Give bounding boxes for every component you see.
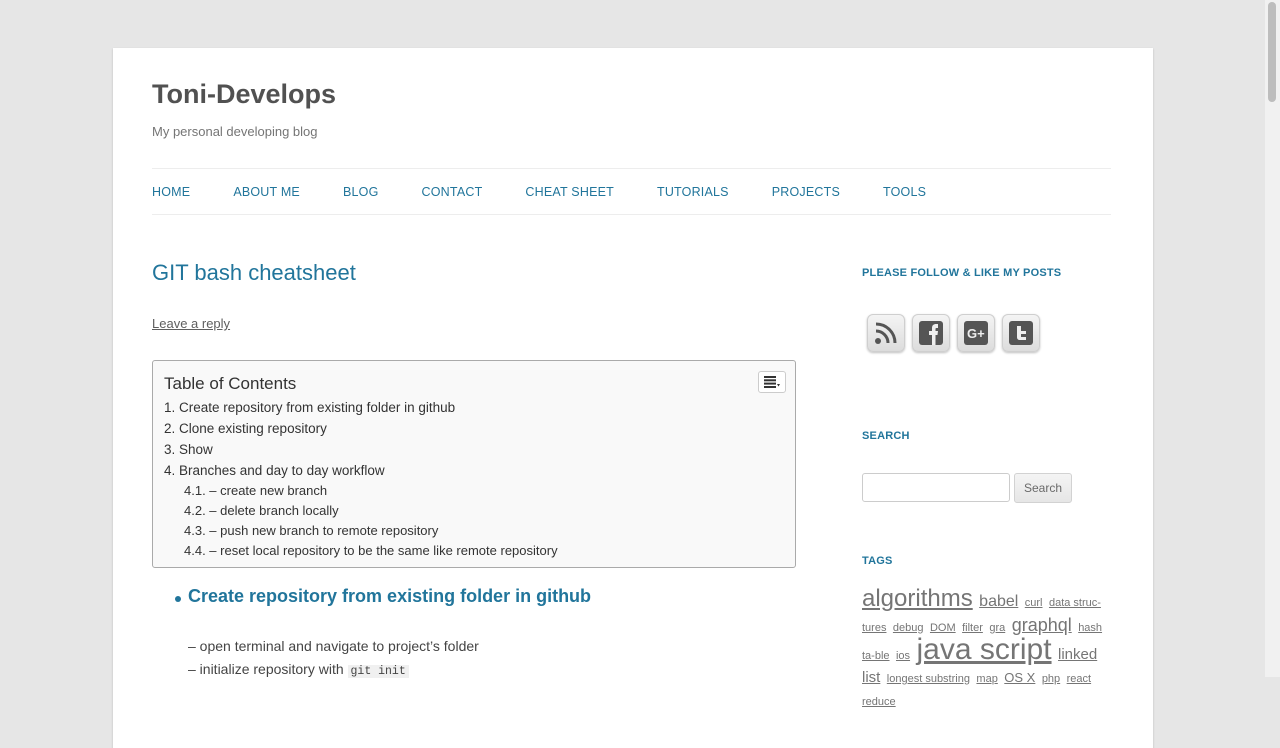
toc-item[interactable]: 3. Show xyxy=(164,439,558,460)
paragraph: – open terminal and navigate to project’… xyxy=(188,638,479,654)
social-icons: G+ xyxy=(867,314,1040,352)
tag-link[interactable]: OS X xyxy=(1004,670,1035,685)
section-heading: Create repository from existing folder i… xyxy=(188,586,592,606)
toc-subitem[interactable]: 4.4. – reset local repository to be the … xyxy=(164,541,558,561)
scrollbar[interactable] xyxy=(1265,0,1280,677)
paragraph: – initialize repository with git init xyxy=(188,661,409,678)
nav-contact[interactable]: CONTACT xyxy=(422,185,483,199)
tag-link[interactable]: ios xyxy=(896,650,910,662)
toc-title: Table of Contents xyxy=(164,374,297,393)
list-bullet xyxy=(175,596,181,602)
toc-item[interactable]: 4. Branches and day to day workflow xyxy=(164,460,558,481)
tag-link[interactable]: reduce xyxy=(862,696,896,708)
site-description: My personal developing blog xyxy=(152,124,318,139)
leave-reply-link[interactable]: Leave a reply xyxy=(152,316,230,331)
search-button[interactable]: Search xyxy=(1014,473,1072,503)
tag-link[interactable]: algorithms xyxy=(862,585,973,612)
tag-link[interactable]: java script xyxy=(917,633,1052,666)
twitter-icon[interactable] xyxy=(1002,314,1040,352)
tag-link[interactable]: php xyxy=(1042,673,1060,685)
scrollbar-thumb[interactable] xyxy=(1268,2,1276,102)
toc-toggle-button[interactable] xyxy=(758,371,786,393)
google-plus-icon[interactable]: G+ xyxy=(957,314,995,352)
nav-cheat-sheet[interactable]: CHEAT SHEET xyxy=(525,185,614,199)
tags-widget-title: TAGS xyxy=(862,555,893,567)
facebook-icon[interactable] xyxy=(912,314,950,352)
rss-icon[interactable] xyxy=(867,314,905,352)
svg-text:G+: G+ xyxy=(967,326,985,341)
main-nav: HOME ABOUT ME BLOG CONTACT CHEAT SHEET T… xyxy=(152,168,1111,215)
tag-link[interactable]: babel xyxy=(979,593,1018,610)
paragraph-text: – initialize repository with xyxy=(188,661,348,677)
list-icon xyxy=(764,376,780,388)
search-input[interactable] xyxy=(862,473,1010,502)
table-of-contents: Table of Contents 1. Create repository f… xyxy=(152,360,796,568)
nav-projects[interactable]: PROJECTS xyxy=(772,185,840,199)
tag-link[interactable]: curl xyxy=(1025,597,1043,609)
nav-home[interactable]: HOME xyxy=(152,185,190,199)
nav-tutorials[interactable]: TUTORIALS xyxy=(657,185,729,199)
tag-cloud: algorithms babel curl data struc-tures d… xyxy=(862,585,1114,713)
toc-list: 1. Create repository from existing folde… xyxy=(164,397,558,561)
toc-subitem[interactable]: 4.1. – create new branch xyxy=(164,481,558,501)
search-widget-title: SEARCH xyxy=(862,430,910,442)
follow-widget-title: PLEASE FOLLOW & LIKE MY POSTS xyxy=(862,267,1062,279)
nav-tools[interactable]: TOOLS xyxy=(883,185,926,199)
toc-subitem[interactable]: 4.2. – delete branch locally xyxy=(164,501,558,521)
page-container: Toni-Develops My personal developing blo… xyxy=(113,48,1153,748)
toc-item[interactable]: 2. Clone existing repository xyxy=(164,418,558,439)
site-title[interactable]: Toni-Develops xyxy=(152,79,336,110)
tag-link[interactable]: map xyxy=(976,673,997,685)
tag-link[interactable]: react xyxy=(1067,673,1091,685)
toc-subitem[interactable]: 4.3. – push new branch to remote reposit… xyxy=(164,521,558,541)
tag-link[interactable]: graphql xyxy=(1012,615,1072,635)
nav-about-me[interactable]: ABOUT ME xyxy=(233,185,300,199)
post-title[interactable]: GIT bash cheatsheet xyxy=(152,260,356,286)
tag-link[interactable]: longest substring xyxy=(887,673,970,685)
toc-item[interactable]: 1. Create repository from existing folde… xyxy=(164,397,558,418)
inline-code: git init xyxy=(347,665,409,678)
nav-blog[interactable]: BLOG xyxy=(343,185,379,199)
